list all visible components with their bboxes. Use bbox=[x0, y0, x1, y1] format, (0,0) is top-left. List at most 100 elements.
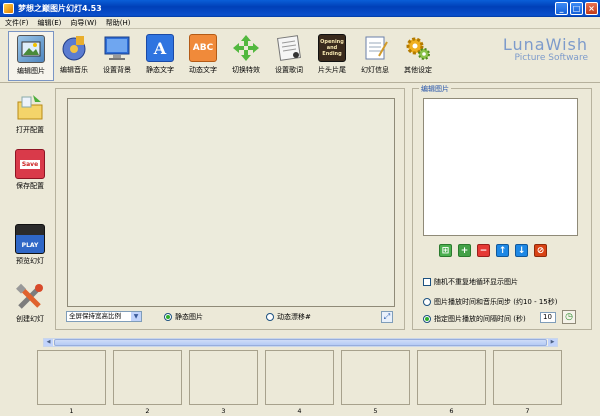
slide-number: 7 bbox=[525, 407, 530, 415]
toolbar-label: 其他设定 bbox=[404, 66, 432, 74]
checkbox-box bbox=[423, 278, 431, 286]
toolbar-opening-ending-button[interactable]: Opening and Ending 片头片尾 bbox=[309, 31, 355, 81]
radio-dot bbox=[266, 313, 274, 321]
sync-music-radio[interactable]: 图片播放时间和音乐同步 (约10 - 15秒) bbox=[423, 297, 557, 307]
radio-dot bbox=[164, 313, 172, 321]
save-badge: Save bbox=[19, 159, 41, 169]
open-folder-icon bbox=[15, 93, 45, 123]
toolbar-set-background-button[interactable]: 设置背景 bbox=[94, 31, 140, 81]
toolbar-label: 编辑图片 bbox=[17, 67, 45, 75]
open-config-button[interactable]: 打开配置 bbox=[6, 93, 54, 135]
photo-edit-icon bbox=[17, 35, 45, 63]
title-bar: 梦想之巅图片幻灯4.53 _ □ × bbox=[0, 0, 600, 17]
film-text-ending: and Ending bbox=[322, 45, 342, 57]
scrollbar-thumb[interactable] bbox=[54, 339, 547, 346]
static-image-label: 静态图片 bbox=[175, 313, 203, 321]
toolbar-static-text-button[interactable]: A 静态文字 bbox=[137, 31, 183, 81]
delete-icon[interactable]: ⊘ bbox=[534, 244, 547, 257]
text-a-glyph: A bbox=[153, 38, 167, 58]
slide-number: 1 bbox=[69, 407, 74, 415]
play-badge: PLAY bbox=[21, 242, 39, 249]
toolbar-set-lyrics-button[interactable]: 设置歌词 bbox=[266, 31, 312, 81]
toolbar-label: 编辑音乐 bbox=[60, 66, 88, 74]
scroll-right-icon[interactable]: ▶ bbox=[548, 339, 557, 346]
display-ratio-select[interactable]: 全屏保持宽高比例 ▼ bbox=[66, 311, 142, 322]
image-list[interactable] bbox=[423, 98, 578, 236]
image-edit-buttons: ⊞ + − ↑ ↓ ⊘ bbox=[439, 244, 547, 257]
static-image-radio[interactable]: 静态图片 bbox=[164, 312, 203, 322]
select-all-icon[interactable]: ⊞ bbox=[439, 244, 452, 257]
clock-icon[interactable]: ◷ bbox=[562, 310, 576, 324]
move-up-icon[interactable]: ↑ bbox=[496, 244, 509, 257]
random-loop-checkbox[interactable]: 随机不重复地循环显示图片 bbox=[423, 277, 518, 287]
display-ratio-value: 全屏保持宽高比例 bbox=[69, 312, 121, 320]
toolbar-label: 设置背景 bbox=[103, 66, 131, 74]
create-slideshow-button[interactable]: 创建幻灯 bbox=[6, 282, 54, 324]
toolbar-dynamic-text-button[interactable]: ABC 动态文字 bbox=[180, 31, 226, 81]
toolbar-transition-effects-button[interactable]: 切换特效 bbox=[223, 31, 269, 81]
dynamic-drift-radio[interactable]: 动态漂移# bbox=[266, 312, 311, 322]
tools-icon bbox=[15, 282, 45, 312]
slide-thumbnail[interactable] bbox=[417, 350, 486, 405]
text-a-icon: A bbox=[146, 34, 174, 62]
slide-thumbnail[interactable] bbox=[265, 350, 334, 405]
toolbar-edit-music-button[interactable]: 编辑音乐 bbox=[51, 31, 97, 81]
slide-thumbnail[interactable] bbox=[341, 350, 410, 405]
menu-help[interactable]: 帮助(H) bbox=[106, 18, 131, 28]
toolbar-slideshow-info-button[interactable]: 幻灯信息 bbox=[352, 31, 398, 81]
toolbar-other-settings-button[interactable]: 其他设定 bbox=[395, 31, 441, 81]
text-abc-glyph: ABC bbox=[192, 43, 214, 53]
slide-number: 6 bbox=[449, 407, 454, 415]
menu-bar: 文件(F) 编辑(E) 向导(W) 帮助(H) bbox=[0, 17, 600, 29]
edit-images-panel: 编辑图片 ⊞ + − ↑ ↓ ⊘ 随机不重复地循环显示图片 图片播放时间和音乐同… bbox=[412, 84, 592, 330]
preview-panel: 全屏保持宽高比例 ▼ 静态图片 动态漂移# ⤢ bbox=[55, 88, 405, 330]
maximize-button[interactable]: □ bbox=[570, 2, 583, 15]
slide-thumbnail[interactable] bbox=[37, 350, 106, 405]
save-config-button[interactable]: Save 保存配置 bbox=[6, 149, 54, 191]
window-title: 梦想之巅图片幻灯4.53 bbox=[18, 4, 102, 13]
toolbar-edit-photos-button[interactable]: 编辑图片 bbox=[8, 31, 54, 81]
preview-area bbox=[67, 98, 395, 307]
toolbar-label: 幻灯信息 bbox=[361, 66, 389, 74]
save-disk-icon: Save bbox=[15, 149, 45, 179]
minimize-button[interactable]: _ bbox=[555, 2, 568, 15]
slide-thumbnail[interactable] bbox=[493, 350, 562, 405]
edit-images-legend: 编辑图片 bbox=[419, 84, 451, 94]
slide-number: 3 bbox=[221, 407, 226, 415]
clapper-play-icon: PLAY bbox=[15, 224, 45, 254]
toolbar-label: 静态文字 bbox=[146, 66, 174, 74]
chevron-down-icon: ▼ bbox=[131, 312, 141, 321]
sidebar-label: 打开配置 bbox=[16, 126, 44, 134]
menu-edit[interactable]: 编辑(E) bbox=[38, 18, 62, 28]
add-icon[interactable]: + bbox=[458, 244, 471, 257]
slide-thumbnail[interactable] bbox=[113, 350, 182, 405]
timeline-scrollbar[interactable]: ◀ ▶ bbox=[43, 338, 558, 347]
sync-music-label: 图片播放时间和音乐同步 (约10 - 15秒) bbox=[434, 298, 558, 306]
app-icon bbox=[3, 3, 14, 14]
toolbar-label: 设置歌词 bbox=[275, 66, 303, 74]
close-button[interactable]: × bbox=[585, 2, 598, 15]
notepad-icon bbox=[361, 34, 389, 62]
interval-seconds-input[interactable]: 10 bbox=[540, 312, 556, 323]
monitor-icon bbox=[103, 34, 131, 62]
radio-dot bbox=[423, 315, 431, 323]
fullscreen-icon[interactable]: ⤢ bbox=[381, 311, 393, 323]
interval-radio[interactable]: 指定图片播放的间隔时间 (秒) bbox=[423, 314, 526, 324]
sidebar-label: 保存配置 bbox=[16, 182, 44, 190]
preview-slideshow-button[interactable]: PLAY 预览幻灯 bbox=[6, 224, 54, 266]
menu-wizard[interactable]: 向导(W) bbox=[70, 18, 96, 28]
menu-file[interactable]: 文件(F) bbox=[5, 18, 29, 28]
film-icon: Opening and Ending bbox=[318, 34, 346, 62]
brand-logo: LunaWish Picture Software bbox=[503, 35, 588, 63]
brand-tagline: Picture Software bbox=[514, 53, 589, 63]
scroll-left-icon[interactable]: ◀ bbox=[44, 339, 53, 346]
arrows-icon bbox=[232, 34, 260, 62]
lyrics-icon bbox=[275, 34, 303, 62]
radio-dot bbox=[423, 298, 431, 306]
slide-number: 2 bbox=[145, 407, 150, 415]
sidebar-label: 预览幻灯 bbox=[16, 257, 44, 265]
slide-thumbnail[interactable] bbox=[189, 350, 258, 405]
move-down-icon[interactable]: ↓ bbox=[515, 244, 528, 257]
gears-icon bbox=[404, 34, 432, 62]
remove-icon[interactable]: − bbox=[477, 244, 490, 257]
